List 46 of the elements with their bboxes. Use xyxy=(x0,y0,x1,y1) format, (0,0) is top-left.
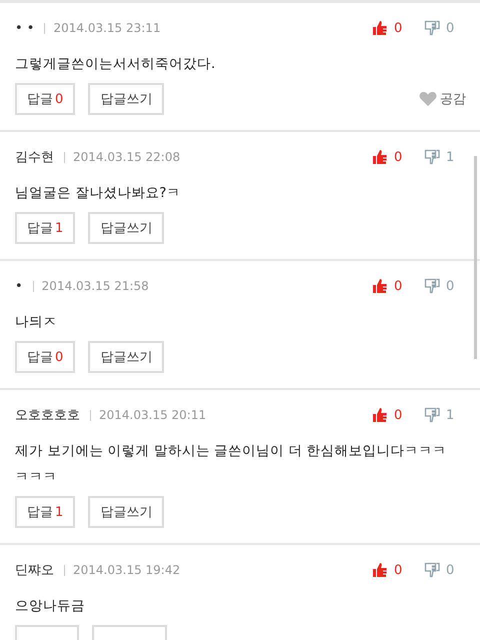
comment-text: 으앙나듀금 xyxy=(15,597,86,616)
thumbs-up-icon[interactable] xyxy=(372,407,388,423)
comment-author: 딘쨔오 xyxy=(15,562,54,579)
dislike-count: 0 xyxy=(446,278,456,294)
dislike-count: 1 xyxy=(446,408,456,422)
thumbs-up-icon[interactable] xyxy=(372,278,388,294)
reply-button[interactable]: 답글 1 xyxy=(15,496,76,528)
like-count: 0 xyxy=(394,20,404,36)
thumbs-down-icon[interactable] xyxy=(424,407,440,423)
comment-date: 2014.03.15 21:58 xyxy=(42,279,149,293)
comment-author: • xyxy=(15,278,23,294)
comment-text: 나듸ㅈ xyxy=(15,313,58,332)
comment-author: • • xyxy=(15,20,34,36)
thumbs-up-icon[interactable] xyxy=(372,562,388,578)
dislike-count: 1 xyxy=(446,150,456,164)
write-reply-button[interactable]: 답글쓰기 xyxy=(88,341,164,373)
like-count: 0 xyxy=(394,408,404,422)
reply-button[interactable]: 답글 0 xyxy=(15,83,76,115)
comment-date: 2014.03.15 22:08 xyxy=(73,150,180,164)
thumbs-up-icon[interactable] xyxy=(372,20,388,36)
write-reply-button[interactable]: 답글쓰기 xyxy=(88,496,164,528)
thumbs-down-icon[interactable] xyxy=(424,149,440,165)
comment-date: 2014.03.15 23:11 xyxy=(53,21,161,35)
like-count: 0 xyxy=(394,150,404,164)
scrollbar[interactable] xyxy=(474,156,477,359)
like-count: 0 xyxy=(394,278,404,294)
comment-text: 님얼굴은 잘나셨나봐요?ㅋ xyxy=(15,184,182,203)
thumbs-down-icon[interactable] xyxy=(424,278,440,294)
reply-button[interactable]: 답글 0 xyxy=(15,341,76,373)
write-reply-button[interactable]: 답글쓰기 xyxy=(88,83,164,115)
like-count: 0 xyxy=(394,562,404,578)
dislike-count: 0 xyxy=(446,562,456,578)
comment-date: 2014.03.15 19:42 xyxy=(73,563,180,577)
dislike-count: 0 xyxy=(446,20,456,36)
write-reply-button[interactable]: 답글쓰기 xyxy=(88,212,164,244)
reply-button[interactable]: 답글 1 xyxy=(15,212,76,244)
thumbs-up-icon[interactable] xyxy=(372,149,388,165)
thumbs-down-icon[interactable] xyxy=(424,20,440,36)
thumbs-down-icon[interactable] xyxy=(424,562,440,578)
comment-author: 김수현 xyxy=(15,149,54,166)
comment-date: 2014.03.15 20:11 xyxy=(99,408,206,422)
comment-author: 오호호호호 xyxy=(15,407,80,424)
comment-text: 그렇게글쓴이는서서히죽어갔다. xyxy=(15,55,216,74)
comment-text: 제가 보기에는 이렇게 말하시는 글쓴이님이 더 한심해보입니다ㅋㅋㅋㅋㅋㅋ xyxy=(15,442,448,487)
heart-icon xyxy=(419,91,437,107)
empathy-button[interactable]: 공감 xyxy=(419,90,466,108)
